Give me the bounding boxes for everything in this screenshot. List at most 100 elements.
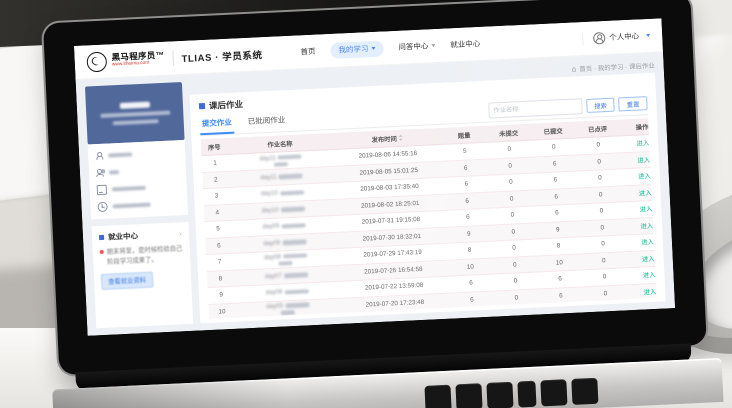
employment-center-header[interactable]: 就业中心 › <box>99 228 182 243</box>
col-action: 操作 <box>619 118 656 136</box>
cell-action: 进入 <box>626 250 657 269</box>
cell-action: 进入 <box>623 200 656 219</box>
sidebar-item-2[interactable] <box>96 164 179 178</box>
page-button-2[interactable]: 2 <box>425 314 444 319</box>
breadcrumb-text: 首页 · 我的学习 · 课后作业 <box>579 61 655 74</box>
cell-action: 进入 <box>626 266 656 285</box>
sidebar-item-4[interactable] <box>97 198 180 212</box>
cell-action: 进入 <box>620 134 656 153</box>
enter-link[interactable]: 进入 <box>638 171 651 181</box>
page-button-1[interactable]: 1 <box>403 315 422 319</box>
users-icon <box>96 169 104 177</box>
home-icon: ⌂ <box>571 65 576 73</box>
employment-notice: 期末将至，是时候检验自己阶段学习成果了。 <box>100 244 184 267</box>
tabs: 提交作业 已批阅作业 <box>199 111 287 135</box>
employment-center-title: 就业中心 <box>108 229 175 243</box>
cell-index: 2 <box>202 171 229 189</box>
cell-action: 进入 <box>625 233 657 252</box>
sort-icon[interactable] <box>399 135 403 141</box>
table-body: 1 day11 2019-08-06 14:55:16 5 0 0 0 进入 2… <box>201 135 656 319</box>
reset-button[interactable]: 重置 <box>618 96 647 111</box>
tlias-app: 黑马程序员™ www.itheima.com TLIAS · 学员系统 首页 我的… <box>74 18 675 335</box>
goto-page-input[interactable] <box>486 312 503 319</box>
enter-link[interactable]: 进入 <box>643 287 656 297</box>
id-card-icon <box>97 185 107 195</box>
app-content: 就业中心 › 期末将至，是时候检验自己阶段学习成果了。 查看就业资料 <box>76 52 675 335</box>
brand-block[interactable]: 黑马程序员™ www.itheima.com <box>111 50 165 68</box>
sidebar-menu <box>88 140 188 219</box>
tab-reviewed-homework[interactable]: 已批阅作业 <box>245 111 287 133</box>
nav-item-2[interactable]: 问答中心 <box>398 40 435 53</box>
search-box: 搜索 重置 <box>488 95 648 121</box>
laptop-lid-bezel: 黑马程序员™ www.itheima.com TLIAS · 学员系统 首页 我的… <box>43 0 707 375</box>
col-question-count: 题量 <box>441 126 486 145</box>
profile-name-redacted <box>119 102 149 109</box>
user-icon <box>593 32 606 45</box>
main-panel: ⌂ 首页 · 我的学习 · 课后作业 课后作业 提交作 <box>189 60 666 324</box>
cell-index: 6 <box>205 237 232 255</box>
product-title: TLIAS · 学员系统 <box>181 47 263 65</box>
goto-label: 前往 <box>469 315 482 319</box>
blue-bullet-icon <box>99 235 104 240</box>
homework-table: 序号 作业名称 发布时间 题量 未提交 已提交 <box>201 118 657 319</box>
page-title: 课后作业 <box>209 98 244 112</box>
cell-index: 1 <box>201 155 228 173</box>
cell-action: 进入 <box>623 184 657 203</box>
laptop: 黑马程序员™ www.itheima.com TLIAS · 学员系统 首页 我的… <box>43 0 709 408</box>
cell-action: 进入 <box>622 167 657 186</box>
enter-link[interactable]: 进入 <box>636 138 649 148</box>
profile-info-redacted <box>112 119 158 125</box>
cell-action: 进入 <box>627 283 656 302</box>
goto-unit: 页 <box>506 313 513 319</box>
chevron-down-icon <box>646 34 650 37</box>
enter-link[interactable]: 进入 <box>637 155 650 165</box>
red-dot-icon <box>100 250 104 254</box>
homework-name-input[interactable] <box>488 98 583 118</box>
col-submitted: 已提交 <box>530 122 575 141</box>
homework-card: 课后作业 提交作业 已批阅作业 搜索 <box>189 73 665 324</box>
cell-index: 3 <box>203 188 230 206</box>
col-commented: 已点评 <box>575 119 620 138</box>
cell-question-count: 6 <box>449 291 494 310</box>
nav-item-1[interactable]: 我的学习 <box>330 40 384 58</box>
search-button[interactable]: 搜索 <box>586 98 615 113</box>
cell-index: 4 <box>204 204 231 222</box>
main-nav: 首页 我的学习 问答中心 就业中心 <box>300 35 481 59</box>
enter-link[interactable]: 进入 <box>641 237 654 247</box>
chevron-down-icon <box>431 44 435 47</box>
nav-item-3[interactable]: 就业中心 <box>450 38 480 50</box>
cell-commented: 0 <box>583 285 628 304</box>
cell-action: 进入 <box>624 217 656 236</box>
col-index: 序号 <box>201 138 228 156</box>
blue-square-icon <box>199 103 205 109</box>
nav-item-0[interactable]: 首页 <box>300 46 316 58</box>
cell-index: 7 <box>206 254 233 272</box>
enter-link[interactable]: 进入 <box>640 221 653 231</box>
cell-action: 进入 <box>621 151 657 170</box>
col-not-submitted: 未提交 <box>486 124 531 143</box>
user-menu[interactable]: 个人中心 <box>582 29 650 44</box>
cell-not-submitted: 0 <box>494 289 539 308</box>
prev-page-button[interactable]: ‹ <box>381 316 400 319</box>
view-employment-materials-button[interactable]: 查看就业资料 <box>101 271 153 289</box>
enter-link[interactable]: 进入 <box>642 254 655 264</box>
itheima-logo-icon[interactable] <box>86 51 107 72</box>
next-page-button[interactable]: › <box>447 313 466 319</box>
cell-index: 9 <box>208 287 235 305</box>
sidebar: 就业中心 › 期末将至，是时候检验自己阶段学习成果了。 查看就业资料 <box>85 82 193 328</box>
laptop-screen: 黑马程序员™ www.itheima.com TLIAS · 学员系统 首页 我的… <box>74 18 675 335</box>
cell-index: 5 <box>204 221 231 239</box>
person-icon <box>95 152 103 160</box>
sidebar-item-3[interactable] <box>97 181 180 195</box>
enter-link[interactable]: 进入 <box>643 270 656 280</box>
student-profile-card <box>85 82 185 145</box>
sidebar-item-1[interactable] <box>95 147 178 161</box>
enter-link[interactable]: 进入 <box>639 188 652 198</box>
divider <box>172 50 174 65</box>
enter-link[interactable]: 进入 <box>639 204 652 214</box>
cell-index: 10 <box>208 303 235 319</box>
tab-submit-homework[interactable]: 提交作业 <box>199 114 234 136</box>
user-menu-label: 个人中心 <box>609 30 639 42</box>
profile-class-redacted <box>100 111 170 118</box>
brand-site-url: www.itheima.com <box>112 60 154 67</box>
